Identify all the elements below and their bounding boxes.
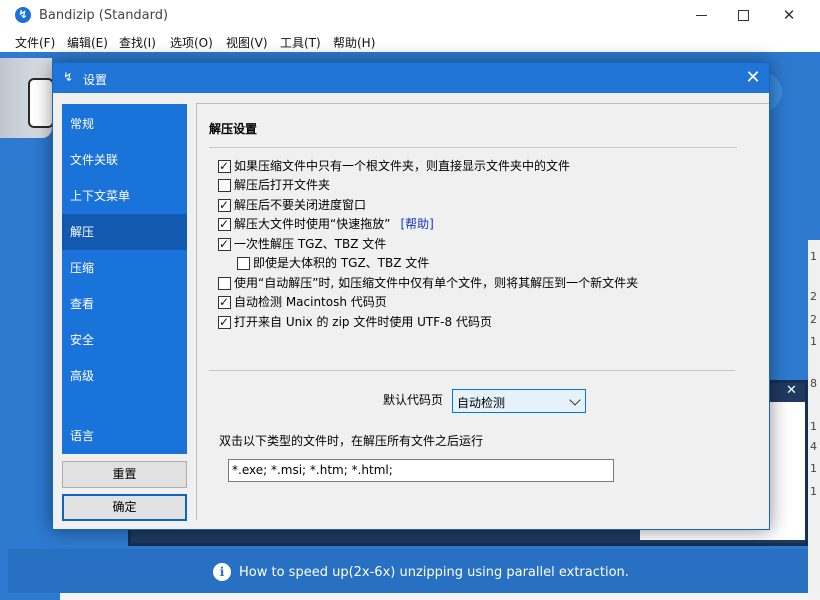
file-list-value: 1 xyxy=(810,485,817,498)
minimize-button[interactable] xyxy=(679,0,725,31)
sidebar-item-compress[interactable]: 压缩 xyxy=(62,250,187,286)
option-label: 如果压缩文件中只有一个根文件夹，则直接显示文件夹中的文件 xyxy=(234,159,571,173)
sidebar-item-file-association[interactable]: 文件关联 xyxy=(62,142,187,178)
info-icon: i xyxy=(213,563,231,581)
section-divider xyxy=(209,147,737,148)
option-label: 一次性解压 TGZ、TBZ 文件 xyxy=(234,237,387,251)
run-extensions-input[interactable]: *.exe; *.msi; *.htm; *.html; xyxy=(228,459,614,482)
sidebar-item-context-menu[interactable]: 上下文菜单 xyxy=(62,178,187,214)
progress-window-close-icon[interactable]: ✕ xyxy=(786,383,797,398)
close-window-button[interactable]: ✕ xyxy=(766,0,812,31)
bandizip-logo-icon: ↯ xyxy=(15,7,31,23)
main-titlebar: ↯ Bandizip (Standard) ✕ xyxy=(0,0,820,31)
menu-help[interactable]: 帮助(H) xyxy=(333,34,375,51)
file-list-value: 4 xyxy=(810,440,817,453)
dialog-close-button[interactable]: ✕ xyxy=(739,66,767,90)
dialog-title: 设置 xyxy=(83,73,108,87)
sidebar-item-advanced[interactable]: 高级 xyxy=(62,358,187,394)
menu-view[interactable]: 视图(V) xyxy=(226,34,268,51)
sidebar-item-language[interactable]: 语言 xyxy=(62,418,187,454)
menu-options[interactable]: 选项(O) xyxy=(170,34,213,51)
menu-tools[interactable]: 工具(T) xyxy=(280,34,321,51)
checkbox[interactable] xyxy=(218,236,231,252)
maximize-button[interactable] xyxy=(720,0,766,31)
file-list-value: 1 xyxy=(810,250,817,263)
checkbox[interactable] xyxy=(218,179,231,192)
option-label: 即使是大体积的 TGZ、TBZ 文件 xyxy=(253,256,430,270)
option-label: 打开来自 Unix 的 zip 文件时使用 UTF-8 代码页 xyxy=(234,315,492,329)
menu-find[interactable]: 查找(I) xyxy=(119,34,156,51)
zip-key-icon xyxy=(28,78,54,128)
checkbox[interactable] xyxy=(218,158,231,174)
checkbox[interactable] xyxy=(237,257,250,270)
checkbox[interactable] xyxy=(218,277,231,290)
option-label: 解压后打开文件夹 xyxy=(234,178,331,192)
sidebar-item-extract[interactable]: 解压 xyxy=(62,214,187,250)
option-label: 自动检测 Macintosh 代码页 xyxy=(234,295,387,309)
tip-text[interactable]: How to speed up(2x-6x) unzipping using p… xyxy=(239,565,629,580)
menu-bar: 文件(F) 编辑(E) 查找(I) 选项(O) 视图(V) 工具(T) 帮助(H… xyxy=(0,31,820,52)
section-divider xyxy=(209,370,735,371)
checkbox[interactable] xyxy=(218,216,231,232)
dialog-titlebar: ↯ 设置 ✕ xyxy=(53,63,769,93)
ok-button[interactable]: 确定 xyxy=(62,494,187,521)
option-label: 使用“自动解压”时, 如压缩文件中仅有单个文件，则将其解压到一个新文件夹 xyxy=(234,276,639,290)
reset-button[interactable]: 重置 xyxy=(62,461,187,488)
window-title: Bandizip (Standard) xyxy=(39,8,169,23)
dialog-app-icon: ↯ xyxy=(63,70,74,84)
chevron-down-icon xyxy=(569,394,581,406)
menu-file[interactable]: 文件(F) xyxy=(15,34,55,51)
codepage-select[interactable]: 自动检测 xyxy=(452,389,586,413)
codepage-value: 自动检测 xyxy=(457,396,506,410)
file-list-value: 2 xyxy=(810,313,817,326)
checkbox[interactable] xyxy=(218,197,231,213)
file-list-value: 8 xyxy=(810,377,817,390)
menu-edit[interactable]: 编辑(E) xyxy=(67,34,108,51)
checkbox[interactable] xyxy=(218,294,231,310)
help-link[interactable]: [帮助] xyxy=(400,217,433,231)
file-list-value: 1 xyxy=(810,335,817,348)
option-label: 解压大文件时使用“快速拖放” xyxy=(234,217,391,231)
sidebar-item-view[interactable]: 查看 xyxy=(62,286,187,322)
extract-settings-panel: 解压设置 如果压缩文件中只有一个根文件夹，则直接显示文件夹中的文件 解压后打开文… xyxy=(196,103,769,520)
codepage-label: 默认代码页 xyxy=(383,393,444,407)
file-list-value: 1 xyxy=(810,462,817,475)
checkbox[interactable] xyxy=(218,314,231,330)
option-label: 解压后不要关闭进度窗口 xyxy=(234,198,367,212)
bottom-list-strip xyxy=(60,593,820,600)
file-list-value: 1 xyxy=(810,420,817,433)
run-after-extract-label: 双击以下类型的文件时，在解压所有文件之后运行 xyxy=(219,434,484,448)
file-list-value: 2 xyxy=(810,290,817,303)
sidebar-item-general[interactable]: 常规 xyxy=(62,106,187,142)
sidebar-item-security[interactable]: 安全 xyxy=(62,322,187,358)
settings-sidebar: 常规 文件关联 上下文菜单 解压 压缩 查看 安全 高级 语言 xyxy=(62,104,187,454)
section-title: 解压设置 xyxy=(209,122,258,136)
settings-dialog: ↯ 设置 ✕ 常规 文件关联 上下文菜单 解压 压缩 查看 安全 高级 语言 重… xyxy=(52,62,770,530)
